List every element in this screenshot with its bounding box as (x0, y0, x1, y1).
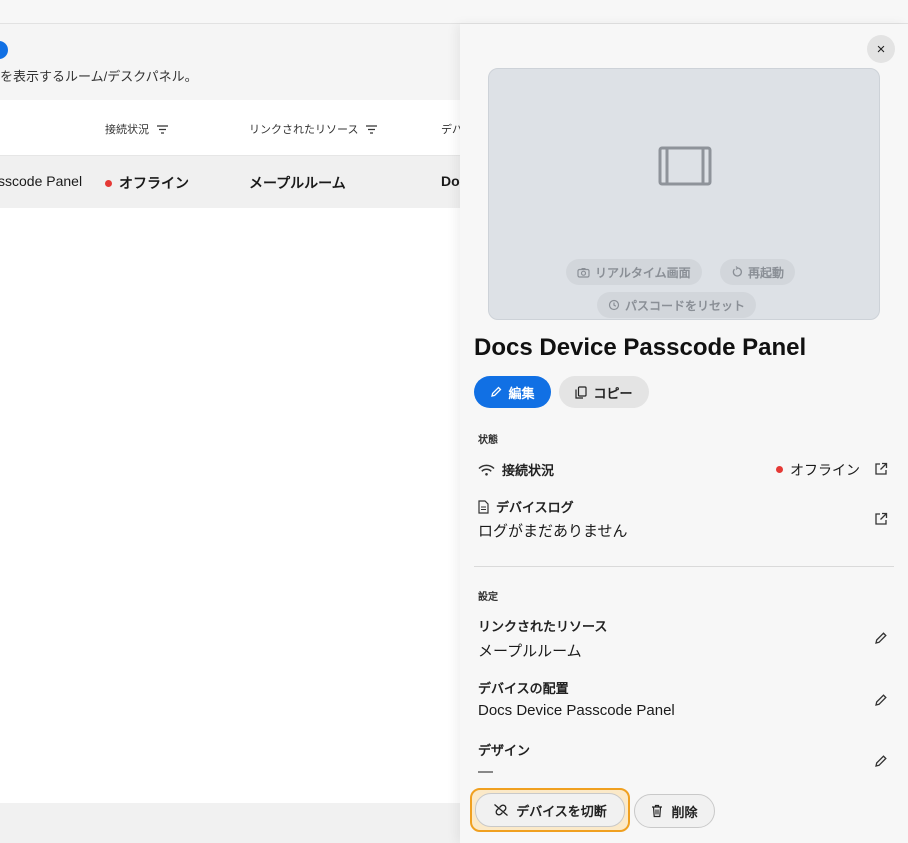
restart-label: 再起動 (748, 265, 785, 280)
connection-status-value: オフライン (776, 460, 860, 480)
device-placement-value: Docs Device Passcode Panel (478, 702, 675, 719)
device-detail-panel: × リアルタイム画面 再起動 パスコードをリセット Docs Device Pa… (460, 24, 908, 843)
offline-dot (105, 179, 112, 187)
connection-status-value-text: オフライン (790, 462, 860, 478)
close-button[interactable]: × (867, 35, 895, 63)
top-bar (0, 0, 908, 24)
copy-button[interactable]: コピー (559, 376, 649, 408)
filter-icon[interactable] (157, 124, 168, 134)
row-resource: メープルルーム (249, 175, 346, 191)
column-label: 接続状況 (105, 124, 149, 136)
close-icon: × (876, 40, 886, 58)
copy-label: コピー (593, 385, 633, 401)
document-icon (478, 499, 489, 514)
device-log-text: デバイスログ (496, 500, 574, 515)
device-log-value: ログがまだありません (478, 523, 628, 540)
design-label: デザイン (478, 743, 531, 758)
offline-dot (776, 465, 783, 473)
edit-button[interactable]: 編集 (474, 376, 551, 408)
reset-icon (608, 299, 620, 311)
external-link-icon[interactable] (874, 462, 888, 476)
restart-button[interactable]: 再起動 (720, 259, 796, 285)
section-divider (474, 566, 894, 567)
edit-label: 編集 (508, 385, 535, 401)
device-log-label: デバイスログ (478, 497, 574, 516)
page-subtitle: を表示するルーム/デスクパネル。 (0, 69, 198, 84)
disconnect-device-button[interactable]: デバイスを切断 (475, 793, 625, 827)
table-header: 接続状況 リンクされたリソース デバ (0, 100, 463, 156)
pencil-icon (491, 386, 502, 397)
device-list-page: を表示するルーム/デスクパネル。 接続状況 リンクされたリソース デバ ssco… (0, 24, 467, 843)
filter-icon[interactable] (366, 124, 378, 134)
wifi-icon (478, 464, 495, 476)
connection-status-label: 接続状況 (478, 460, 554, 479)
unlink-icon (494, 804, 509, 816)
restart-icon (732, 266, 743, 277)
connection-status-text: 接続状況 (502, 463, 555, 478)
external-link-icon[interactable] (874, 512, 888, 526)
delete-label: 削除 (671, 804, 698, 820)
linked-resource-value: メープルルーム (478, 643, 582, 660)
page-footer (0, 803, 460, 843)
pencil-icon[interactable] (874, 631, 888, 645)
disconnect-device-label: デバイスを切断 (516, 803, 607, 819)
settings-section-label: 設定 (478, 592, 498, 603)
device-preview: リアルタイム画面 再起動 パスコードをリセット (488, 68, 880, 320)
header-badge[interactable] (0, 41, 8, 59)
screen-icon (658, 146, 712, 186)
state-section-label: 状態 (478, 435, 498, 446)
realtime-screen-button[interactable]: リアルタイム画面 (566, 259, 702, 285)
camera-icon (577, 267, 590, 278)
disconnect-device-focus-ring: デバイスを切断 (470, 788, 630, 832)
device-placement-label: デバイスの配置 (478, 681, 569, 696)
linked-resource-label: リンクされたリソース (478, 619, 608, 634)
row-status-text: オフライン (119, 175, 189, 191)
pencil-icon[interactable] (874, 693, 888, 707)
row-device-name: sscode Panel (0, 173, 83, 189)
trash-icon (652, 804, 663, 818)
row-status: オフライン (105, 173, 189, 193)
device-title: Docs Device Passcode Panel (474, 334, 807, 361)
design-value: — (478, 763, 493, 780)
reset-passcode-button[interactable]: パスコードをリセット (597, 292, 757, 318)
reset-passcode-label: パスコードをリセット (625, 298, 746, 313)
copy-icon (575, 385, 588, 399)
delete-button[interactable]: 削除 (634, 794, 715, 828)
column-linked-resource[interactable]: リンクされたリソース (249, 121, 378, 137)
column-connection-status[interactable]: 接続状況 (105, 121, 168, 137)
realtime-screen-label: リアルタイム画面 (595, 265, 691, 280)
column-label: リンクされたリソース (249, 124, 359, 136)
table-row[interactable]: sscode Panel オフライン メープルルーム Doc (0, 156, 467, 208)
pencil-icon[interactable] (874, 754, 888, 768)
page-header: を表示するルーム/デスクパネル。 (0, 24, 460, 100)
